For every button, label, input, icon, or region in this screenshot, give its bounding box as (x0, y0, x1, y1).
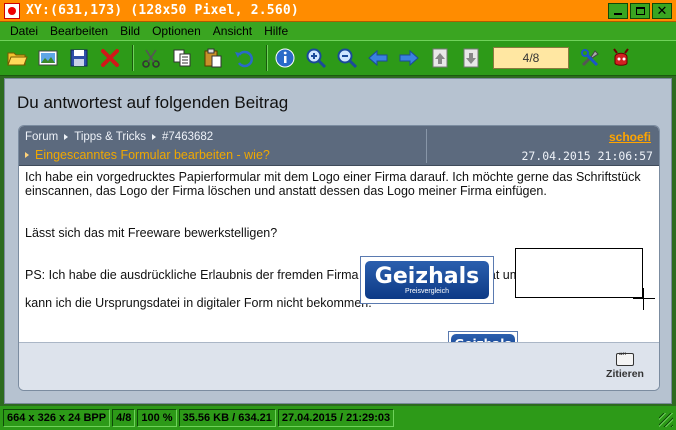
last-page-button[interactable] (458, 45, 484, 71)
quote-icon (616, 351, 634, 366)
minimize-button[interactable] (608, 3, 628, 19)
quote-label: Zitieren (606, 368, 644, 380)
undo-button[interactable] (231, 45, 257, 71)
slideshow-button[interactable] (35, 45, 61, 71)
zoom-in-button[interactable] (303, 45, 329, 71)
copy-icon (173, 49, 191, 67)
first-page-button[interactable] (427, 45, 453, 71)
menu-bild[interactable]: Bild (114, 22, 146, 40)
menu-datei[interactable]: Datei (4, 22, 44, 40)
undo-icon (235, 50, 253, 68)
image-view: Du antwortest auf folgenden Beitrag Foru… (4, 78, 672, 404)
thread-arrow-icon (25, 152, 29, 158)
menu-hilfe[interactable]: Hilfe (258, 22, 294, 40)
minimize-icon (614, 13, 622, 15)
menu-bar: Datei Bearbeiten Bild Optionen Ansicht H… (0, 22, 676, 40)
paste-button[interactable] (200, 45, 226, 71)
zoom-in-icon (306, 48, 327, 69)
app-icon[interactable] (4, 2, 20, 19)
save-button[interactable] (66, 45, 92, 71)
post-paragraph: Lässt sich das mit Freeware bewerkstelli… (25, 226, 278, 240)
geizhals-logo-large: Geizhals Preisvergleich (360, 256, 494, 304)
thread-title-row: Eingescanntes Formular bearbeiten - wie? (25, 148, 270, 162)
slideshow-icon (38, 50, 58, 66)
status-datetime: 27.04.2015 / 21:29:03 (277, 409, 395, 427)
copy-button[interactable] (169, 45, 195, 71)
forum-post: Forum Tipps & Tricks #7463682 Eingescann… (18, 125, 660, 391)
toolbar-separator (132, 45, 134, 71)
breadcrumb-separator-icon (64, 134, 69, 140)
close-icon: ✕ (656, 3, 668, 19)
cut-button[interactable] (138, 45, 164, 71)
open-folder-icon (7, 52, 28, 66)
zoom-out-button[interactable] (334, 45, 360, 71)
post-header: Forum Tipps & Tricks #7463682 Eingescann… (19, 126, 659, 166)
window-title: XY:(631,173) (128x50 Pixel, 2.560) (26, 3, 299, 18)
menu-optionen[interactable]: Optionen (146, 22, 207, 40)
toolbar-separator (266, 45, 268, 71)
logo-tagline: Preisvergleich (405, 287, 449, 295)
post-author[interactable]: schoefi (609, 130, 651, 144)
status-bar: 664 x 326 x 24 BPP 4/8 100 % 35.56 KB / … (0, 406, 676, 430)
page-counter: 4/8 (493, 47, 569, 69)
menu-ansicht[interactable]: Ansicht (207, 22, 258, 40)
crosshair-cursor-icon (633, 288, 655, 310)
cut-icon (142, 49, 160, 68)
thread-title[interactable]: Eingescanntes Formular bearbeiten - wie? (35, 148, 270, 162)
status-zoom: 100 % (137, 409, 177, 427)
post-paragraph: kann ich die Ursprungsdatei in digitaler… (25, 296, 372, 310)
status-filesize: 35.56 KB / 634.21 (178, 409, 276, 427)
zoom-out-icon (337, 48, 358, 69)
post-paragraph: Ich habe ein vorgedrucktes Papierformula… (25, 170, 641, 198)
previous-button[interactable] (365, 45, 391, 71)
save-icon (70, 49, 88, 67)
reply-heading: Du antwortest auf folgenden Beitrag (17, 93, 289, 112)
next-button[interactable] (396, 45, 422, 71)
settings-icon (581, 49, 599, 67)
paste-icon (204, 48, 222, 68)
previous-icon (368, 49, 388, 67)
breadcrumb-separator-icon (152, 134, 157, 140)
resize-grip[interactable] (659, 413, 673, 427)
quote-button[interactable]: Zitieren (603, 351, 647, 385)
delete-button[interactable] (97, 45, 123, 71)
close-app-icon (613, 48, 629, 66)
close-button[interactable]: ✕ (652, 3, 672, 19)
info-icon (275, 48, 295, 68)
toolbar: 4/8 (0, 40, 676, 76)
info-button[interactable] (272, 45, 298, 71)
window-controls: ✕ (608, 3, 672, 19)
breadcrumb-tipps-tricks[interactable]: Tipps & Tricks (74, 131, 146, 143)
title-bar: XY:(631,173) (128x50 Pixel, 2.560) ✕ (0, 0, 676, 22)
breadcrumb-forum[interactable]: Forum (25, 131, 58, 143)
maximize-icon (635, 7, 645, 15)
header-divider (426, 129, 427, 163)
status-index: 4/8 (112, 409, 136, 427)
maximize-button[interactable] (630, 3, 650, 19)
logo-badge: Geizhals Preisvergleich (365, 261, 489, 299)
breadcrumb-post-id[interactable]: #7463682 (162, 131, 213, 143)
next-icon (399, 49, 419, 67)
close-app-button[interactable] (608, 45, 634, 71)
post-footer: Zitieren (19, 342, 659, 390)
status-dimensions: 664 x 326 x 24 BPP (3, 409, 111, 427)
breadcrumb: Forum Tipps & Tricks #7463682 (25, 131, 213, 143)
last-page-icon (463, 48, 479, 68)
selection-rectangle[interactable] (515, 248, 643, 298)
logo-wordmark: Geizhals (374, 263, 480, 289)
delete-icon (101, 49, 119, 67)
menu-bearbeiten[interactable]: Bearbeiten (44, 22, 114, 40)
post-date: 27.04.2015 21:06:57 (521, 149, 653, 163)
first-page-icon (432, 48, 448, 68)
open-button[interactable] (4, 45, 30, 71)
settings-button[interactable] (577, 45, 603, 71)
